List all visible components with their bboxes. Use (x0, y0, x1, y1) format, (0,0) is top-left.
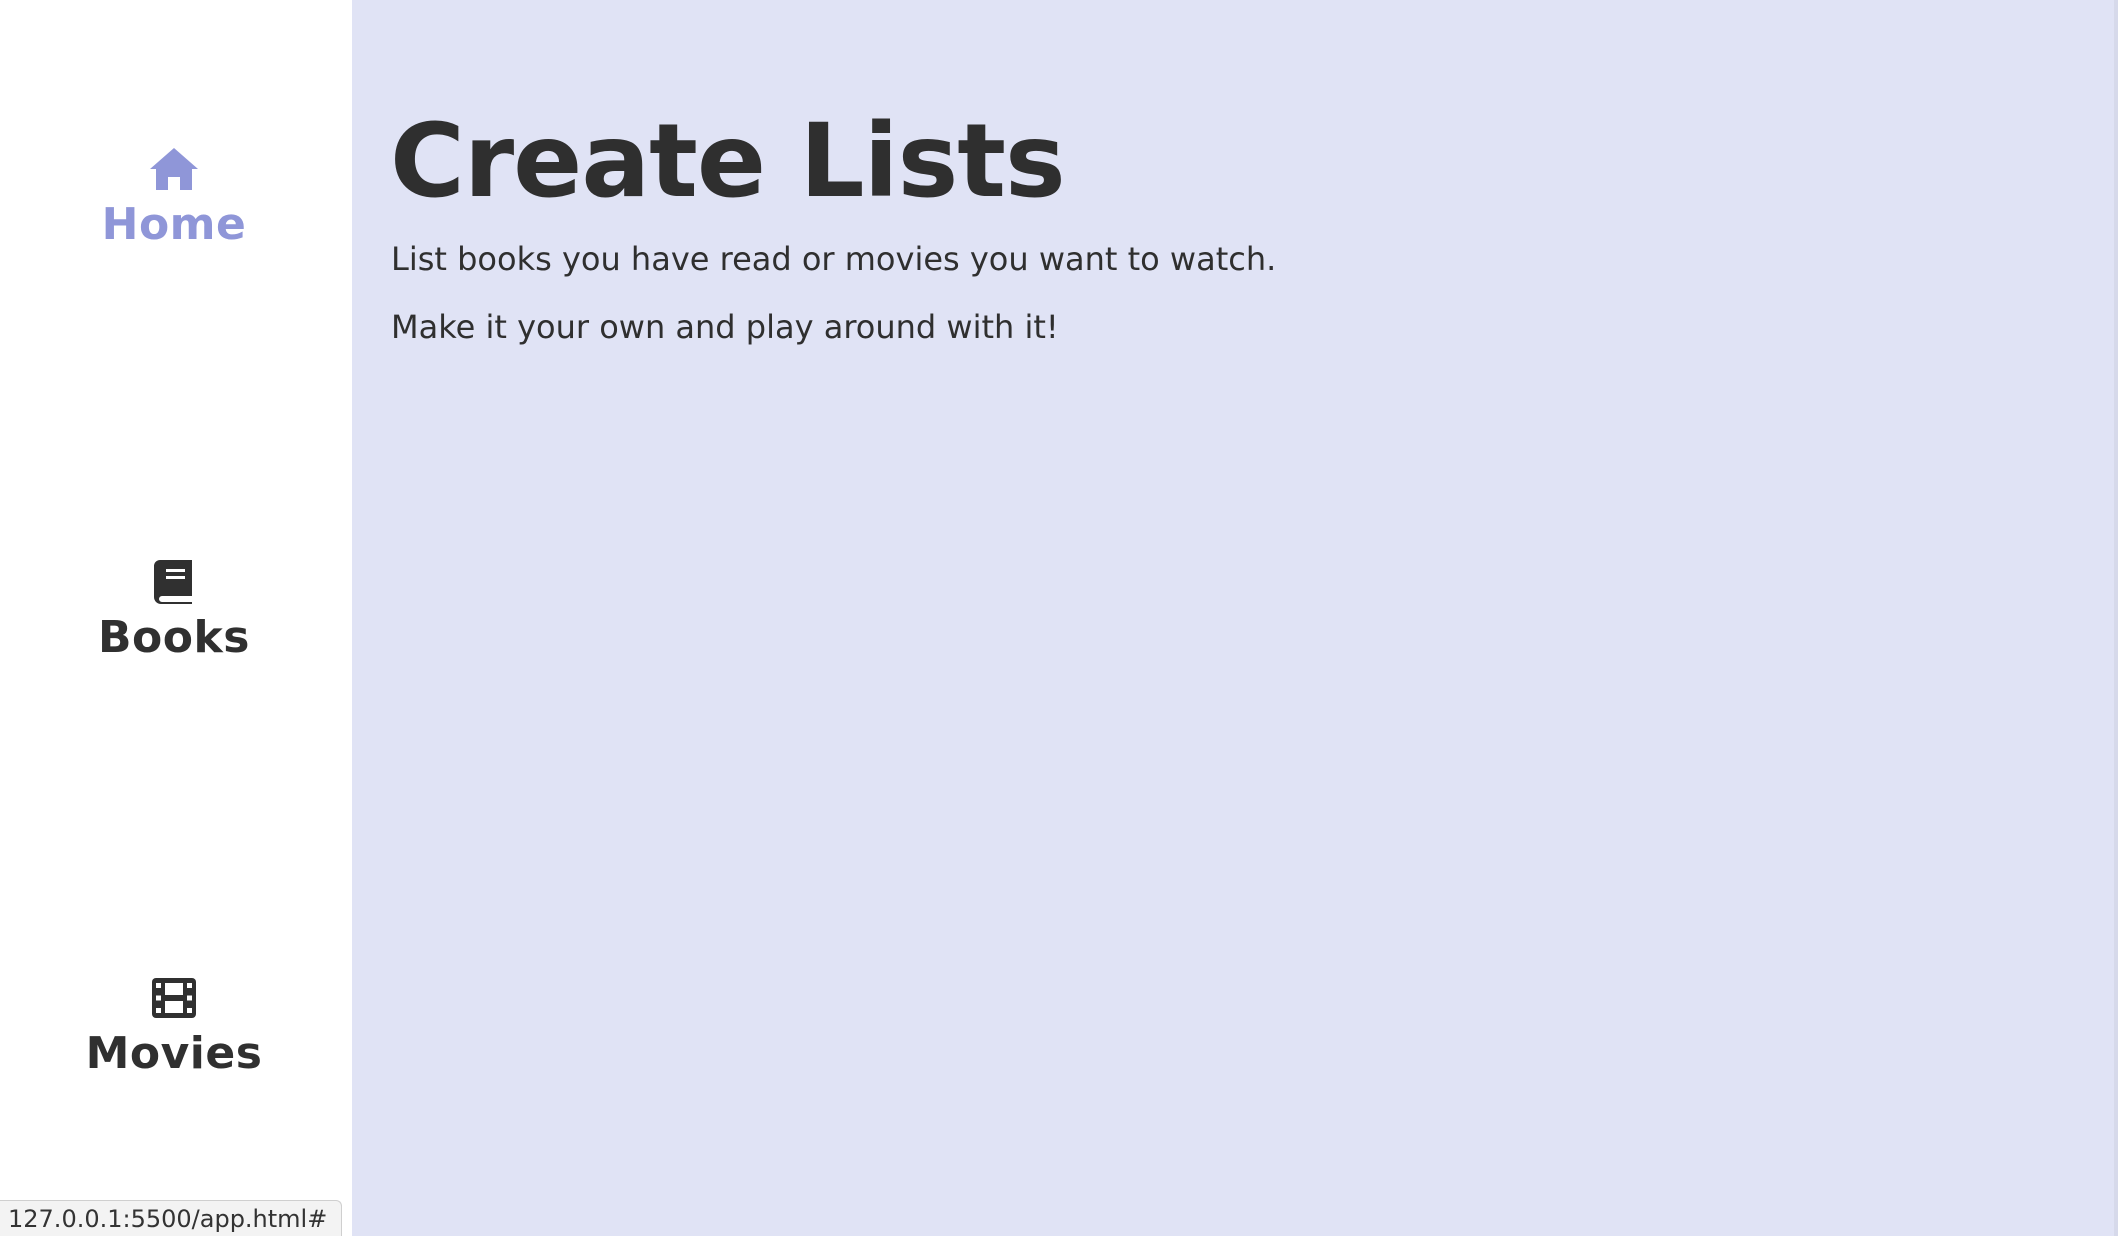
app-window: Home Books Movies Create Lists List book… (0, 0, 2118, 1236)
sidebar-item-movies[interactable]: Movies (0, 974, 348, 1076)
intro-text-1: List books you have read or movies you w… (391, 240, 1277, 278)
window-edge (2114, 0, 2118, 1236)
film-icon (148, 974, 200, 1022)
book-icon (148, 558, 200, 606)
sidebar-item-label: Books (98, 612, 250, 663)
main-content: Create Lists List books you have read or… (352, 0, 2118, 1236)
sidebar: Home Books Movies (0, 0, 352, 1236)
sidebar-item-home[interactable]: Home (0, 145, 348, 247)
intro-text-2: Make it your own and play around with it… (391, 308, 1059, 346)
sidebar-item-label: Movies (85, 1028, 263, 1079)
link-status-bar: 127.0.0.1:5500/app.html# (0, 1200, 343, 1236)
sidebar-item-label: Home (101, 199, 247, 250)
page-title: Create Lists (390, 102, 1066, 221)
sidebar-item-books[interactable]: Books (0, 558, 348, 660)
home-icon (148, 145, 200, 193)
